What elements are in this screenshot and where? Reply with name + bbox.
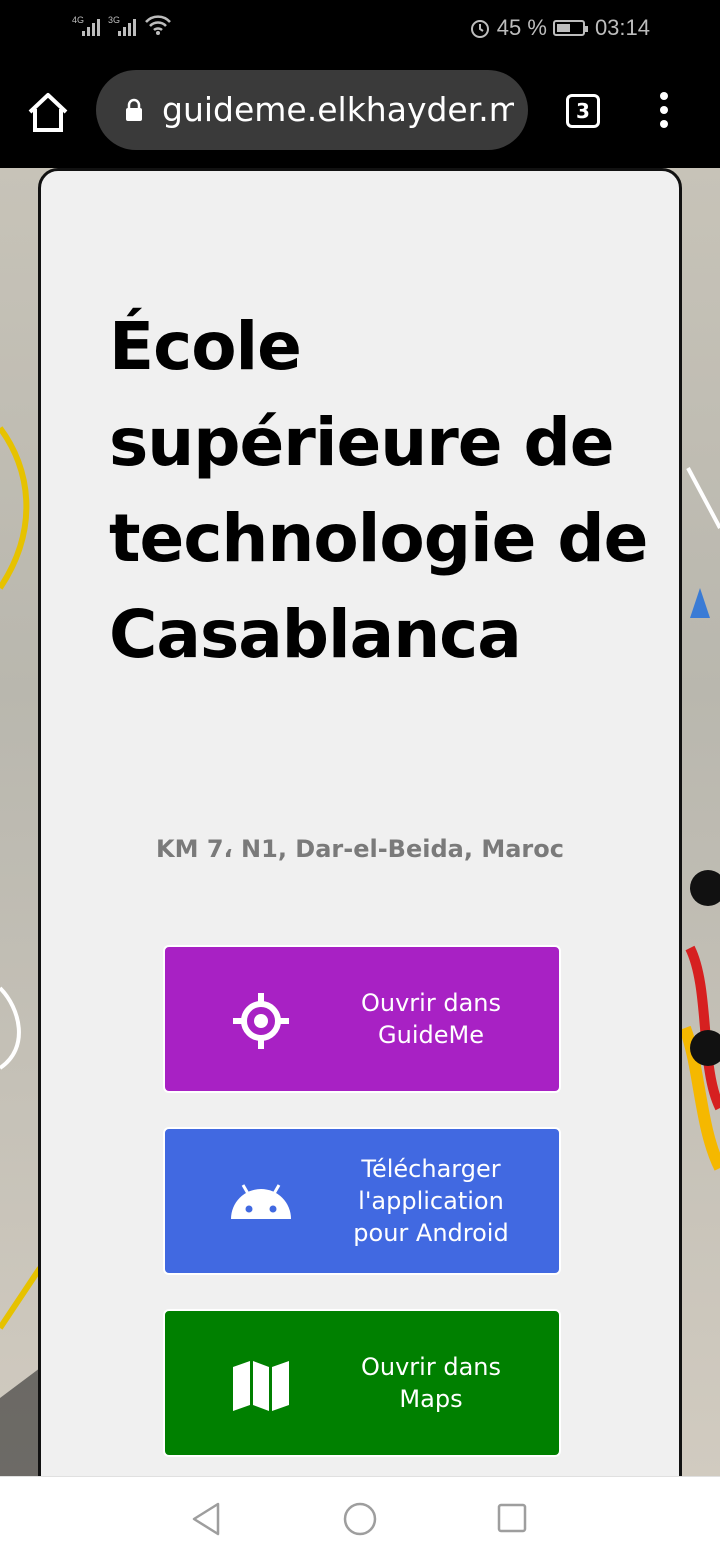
signal-3g-icon: 3G bbox=[108, 15, 136, 36]
back-icon[interactable] bbox=[190, 1501, 222, 1537]
home-nav-icon[interactable] bbox=[343, 1502, 377, 1536]
open-in-guideme-label: Ouvrir dans GuideMe bbox=[361, 989, 501, 1049]
address-text: KM 7، N1, Dar-el-Beida, Maroc bbox=[156, 835, 564, 863]
system-navigation-bar bbox=[0, 1476, 720, 1561]
page-title: École supérieure de technologie de Casab… bbox=[109, 308, 648, 673]
recent-apps-icon[interactable] bbox=[497, 1503, 527, 1533]
web-page: École supérieure de technologie de Casab… bbox=[0, 168, 720, 1476]
wifi-icon bbox=[145, 15, 171, 35]
network-type-label: 3G bbox=[108, 15, 121, 25]
open-in-guideme-button[interactable]: Ouvrir dans GuideMe bbox=[163, 945, 561, 1093]
url-text[interactable]: guideme.elkhayder.me bbox=[162, 90, 514, 129]
lock-icon bbox=[126, 98, 142, 121]
open-in-maps-label: Ouvrir dans Maps bbox=[361, 1353, 501, 1413]
battery-icon bbox=[552, 20, 588, 36]
place-card: École supérieure de technologie de Casab… bbox=[38, 168, 682, 1476]
home-icon[interactable] bbox=[26, 90, 70, 134]
overflow-menu-icon[interactable] bbox=[654, 92, 674, 132]
browser-toolbar: guideme.elkhayder.me 3 bbox=[0, 56, 720, 168]
tab-switcher-button[interactable]: 3 bbox=[566, 94, 600, 128]
address-bar[interactable]: guideme.elkhayder.me bbox=[96, 70, 528, 150]
battery-percent: 45 % bbox=[496, 15, 547, 40]
open-in-maps-button[interactable]: Ouvrir dans Maps bbox=[163, 1309, 561, 1457]
status-icons-left: 4G 3G bbox=[72, 14, 172, 36]
signal-4g-icon: 4G bbox=[72, 15, 100, 36]
clock: 03:14 bbox=[594, 15, 650, 40]
download-android-app-label: Télécharger l'application pour Android bbox=[353, 1155, 509, 1247]
network-type-label: 4G bbox=[72, 15, 85, 25]
android-icon bbox=[231, 1184, 291, 1219]
map-icon bbox=[233, 1361, 289, 1411]
alarm-icon bbox=[470, 20, 489, 38]
download-android-app-button[interactable]: Télécharger l'application pour Android bbox=[163, 1127, 561, 1275]
location-target-icon bbox=[233, 993, 289, 1049]
status-icons-right: 45 % 03:14 bbox=[469, 15, 650, 41]
status-bar: 4G 3G 45 % 03:14 bbox=[0, 0, 720, 56]
